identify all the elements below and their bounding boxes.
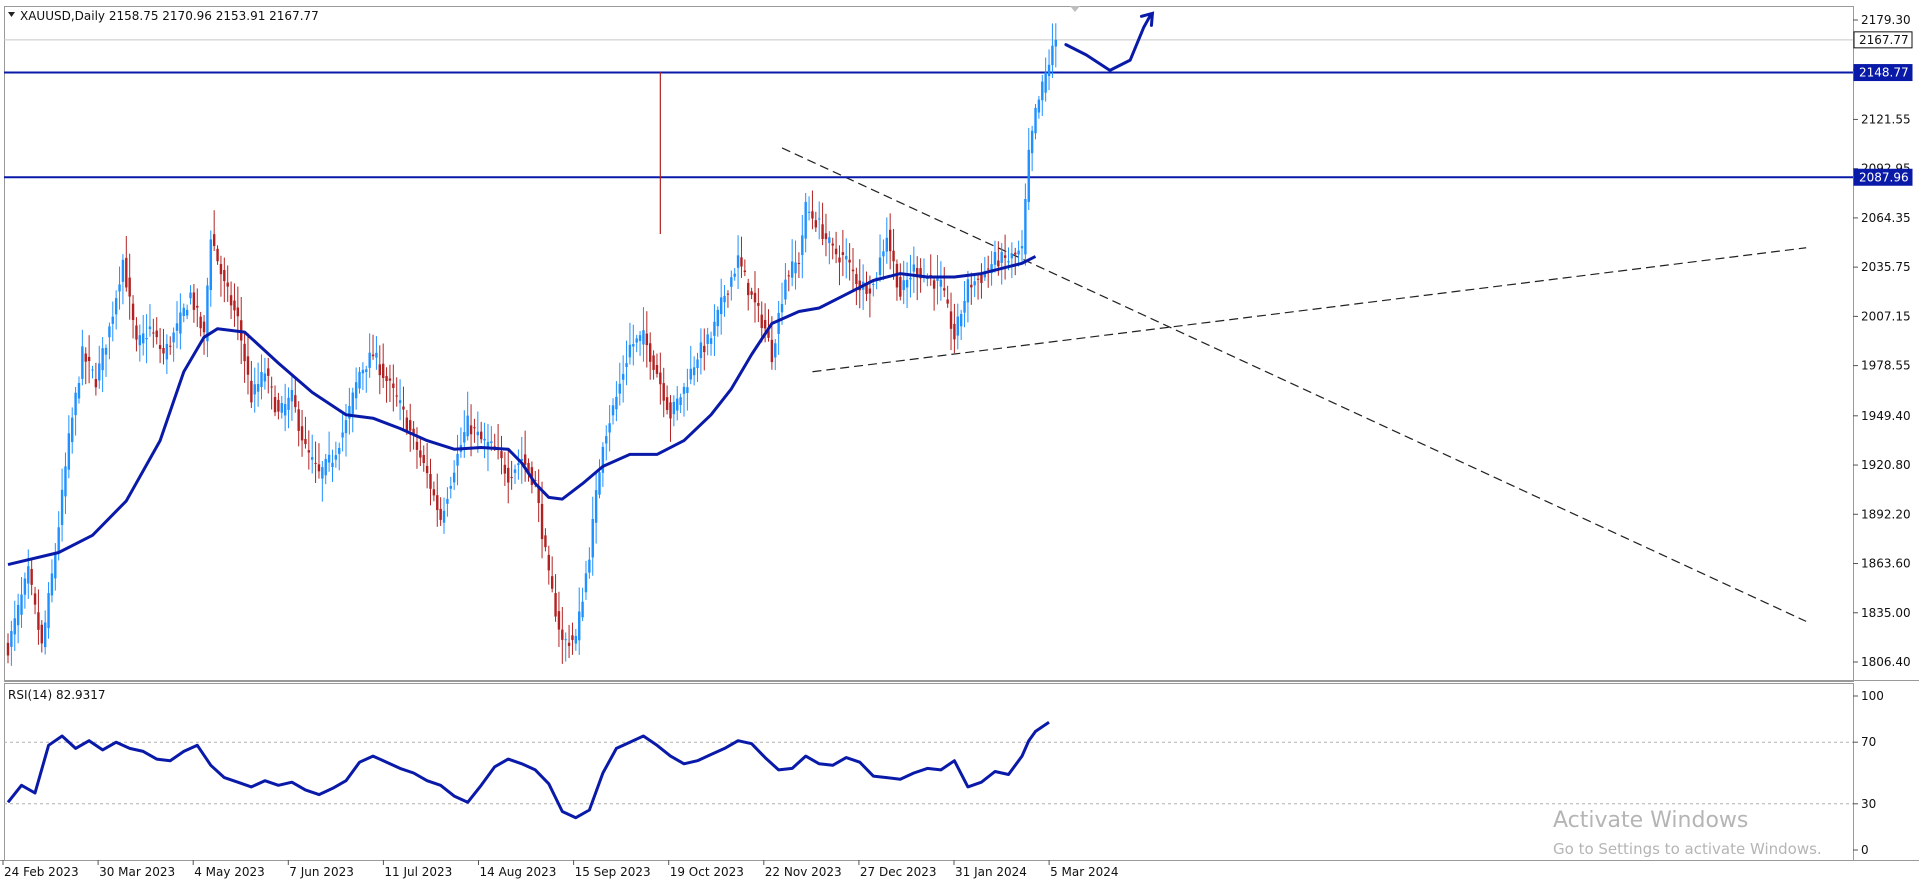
- price-tick-label: 2035.75: [1861, 260, 1911, 274]
- price-tick-label: 1978.55: [1861, 359, 1911, 373]
- price-tick-label: 2179.30: [1861, 13, 1911, 27]
- svg-text:2148.77: 2148.77: [1859, 66, 1909, 80]
- svg-text:2167.77: 2167.77: [1859, 33, 1909, 47]
- level-price-label: 2148.77: [1853, 64, 1913, 82]
- time-tick-label: 7 Jun 2023: [289, 865, 354, 879]
- time-tick-label: 24 Feb 2023: [4, 865, 79, 879]
- price-tick-label: 2121.55: [1861, 112, 1911, 126]
- price-tick-label: 2007.15: [1861, 309, 1911, 323]
- rsi-tick-label: 100: [1861, 689, 1884, 703]
- price-tick-label: 1806.40: [1861, 655, 1911, 669]
- time-tick-label: 27 Dec 2023: [860, 865, 937, 879]
- price-tick-label: 1835.00: [1861, 606, 1911, 620]
- time-tick-label: 22 Nov 2023: [765, 865, 842, 879]
- time-tick-label: 19 Oct 2023: [670, 865, 744, 879]
- rsi-indicator-label: RSI(14) 82.9317: [8, 688, 106, 702]
- price-tick-label: 1920.80: [1861, 458, 1911, 472]
- rsi-tick-label: 0: [1861, 843, 1869, 857]
- symbol-ohlc-header: XAUUSD,Daily 2158.75 2170.96 2153.91 216…: [20, 9, 319, 23]
- windows-watermark-title: Activate Windows: [1553, 808, 1748, 833]
- trading-chart-window: XAUUSD,Daily 2158.75 2170.96 2153.91 216…: [0, 0, 1919, 885]
- chart-canvas[interactable]: XAUUSD,Daily 2158.75 2170.96 2153.91 216…: [0, 0, 1919, 885]
- windows-watermark-subtitle: Go to Settings to activate Windows.: [1553, 840, 1822, 858]
- time-tick-label: 31 Jan 2024: [955, 865, 1027, 879]
- price-tick-label: 2064.35: [1861, 211, 1911, 225]
- rsi-tick-label: 70: [1861, 735, 1876, 749]
- time-tick-label: 14 Aug 2023: [480, 865, 557, 879]
- time-tick-label: 30 Mar 2023: [99, 865, 175, 879]
- time-tick-label: 15 Sep 2023: [575, 865, 651, 879]
- time-tick-label: 4 May 2023: [194, 865, 265, 879]
- current-price-label: 2167.77: [1853, 31, 1913, 49]
- level-price-label: 2087.96: [1853, 168, 1913, 186]
- chart-background: [0, 0, 1919, 885]
- time-tick-label: 11 Jul 2023: [384, 865, 452, 879]
- time-tick-label: 5 Mar 2024: [1050, 865, 1118, 879]
- rsi-tick-label: 30: [1861, 797, 1876, 811]
- svg-text:2087.96: 2087.96: [1859, 170, 1909, 184]
- price-tick-label: 1892.20: [1861, 507, 1911, 521]
- price-tick-label: 1863.60: [1861, 557, 1911, 571]
- price-tick-label: 1949.40: [1861, 409, 1911, 423]
